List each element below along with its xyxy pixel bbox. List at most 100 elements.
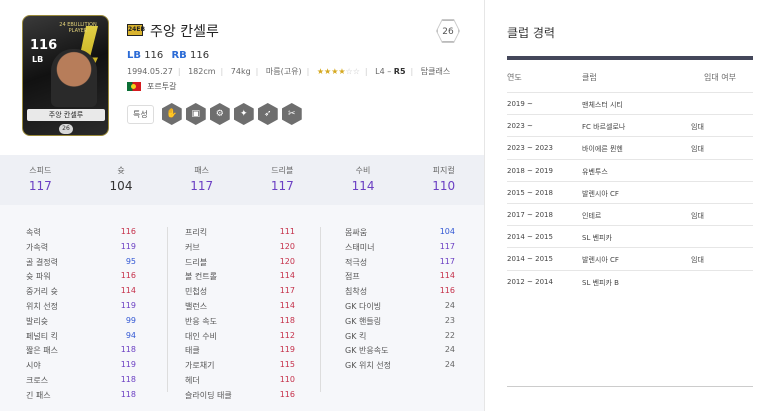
player-bio: 1994.05.27 | 182cm | 74kg | 마름(고유) | ★★★★☆☆ |… [127,67,451,76]
trait-icon[interactable]: ▣ [185,103,206,125]
stat-label: GK 반응속도 [345,346,389,356]
club-loan: 임대 [691,123,704,132]
stat-label: GK 위치 선정 [345,361,391,371]
main-stat-label: 피지컬 [432,166,455,175]
stat-row: 슬라이딩 태클 116 [185,390,295,405]
club-year: 2017 ~ 2018 [507,210,553,219]
stat-row: 민첩성 117 [185,286,295,301]
stat-value: 117 [439,241,455,251]
stat-value: 114 [279,300,295,310]
stat-row: GK 다이빙 24 [345,301,455,316]
club-loan: 임대 [691,211,704,220]
stat-label: 슛 파워 [26,272,51,282]
stat-value: 99 [125,315,136,325]
trait-icon[interactable]: ⚙ [209,103,230,125]
stat-row: 태클 119 [185,345,295,360]
stat-label: 점프 [345,272,360,282]
club-year: 2023 ~ [507,122,533,131]
stat-label: 태클 [185,346,200,356]
main-stat: 드리블 117 [242,155,323,205]
club-year: 2012 ~ 2014 [507,277,553,286]
stat-value: 119 [120,360,136,370]
main-stat-label: 패스 [194,166,210,175]
main-stat-value: 104 [109,179,133,193]
column-divider [167,227,168,392]
main-stat: 피지컬 110 [403,155,484,205]
club-history-list: 2019 ~ 맨체스터 시티 2023 ~ FC 바르셀로나 임대 2023 ~ 2023… [507,92,753,292]
stat-row: 위치 선정 119 [26,301,136,316]
main-stat-value: 114 [351,179,375,193]
player-photo [51,49,97,107]
stat-value: 116 [120,227,136,236]
stat-label: 스태미너 [345,242,375,252]
stat-label: 드리블 [185,257,208,267]
column-divider [320,227,321,392]
stat-row: 커브 120 [185,242,295,257]
stat-row: GK 반응속도 24 [345,345,455,360]
position-label: LB [127,50,141,61]
trait-icon[interactable]: ✦ [233,103,254,125]
stat-row: GK 핸들링 23 [345,316,455,331]
stat-row: 가속력 119 [26,242,136,257]
stat-label: GK 킥 [345,331,367,341]
club-club: SL 벤피카 [582,234,612,243]
stat-value: 117 [439,256,455,266]
player-header: 24 EBULLITION PLAYER 116 LB 주앙 칸셀루 26 24… [0,0,484,155]
stat-row: 프리킥 111 [185,227,295,242]
header-divider [507,56,753,60]
trait-icon[interactable]: ✂ [281,103,302,125]
club-history-row: 2014 ~ 2015 발렌시아 CF 임대 [507,247,753,269]
stat-label: 가속력 [26,242,49,252]
portugal-flag-icon [127,82,141,91]
stat-row: 반응 속도 118 [185,316,295,331]
season-badge-icon: 24EB [127,24,145,36]
stat-label: 크로스 [26,375,49,385]
club-history-row: 2023 ~ 2023 바이에른 뮌헨 임대 [507,136,753,158]
stat-label: 위치 선정 [26,301,58,311]
stat-value: 119 [120,241,136,251]
stat-value: 112 [279,330,295,340]
stat-row: 침착성 116 [345,286,455,301]
position-ratings: LB 116 RB 116 [127,50,214,61]
stat-label: 침착성 [345,287,368,297]
stat-label: 발리슛 [26,316,49,326]
stat-value: 115 [279,360,295,370]
stat-row: GK 킥 22 [345,331,455,346]
main-stat: 슛 104 [81,155,162,205]
stat-value: 116 [120,271,136,281]
stat-row: 드리블 120 [185,257,295,272]
stat-row: 크로스 118 [26,375,136,390]
trait-icon[interactable]: ✋ [161,103,182,125]
stat-label: 시야 [26,361,41,371]
weight: 74kg [230,67,251,76]
stat-label: 속력 [26,228,41,237]
club-year: 2018 ~ 2019 [507,166,553,175]
card-position: LB [32,55,44,64]
main-stat-label: 스피드 [29,166,52,175]
player-card: 24 EBULLITION PLAYER 116 LB 주앙 칸셀루 26 [22,15,109,136]
club-loan: 임대 [691,145,704,154]
club-history-row: 2023 ~ FC 바르셀로나 임대 [507,114,753,136]
stat-value: 104 [439,227,455,236]
nation-name: 포르투갈 [147,82,177,91]
stat-label: GK 핸들링 [345,316,382,326]
stat-value: 120 [279,256,295,266]
stat-label: 중거리 슛 [26,287,58,297]
stat-row: 볼 컨트롤 114 [185,271,295,286]
club-history-row: 2019 ~ 맨체스터 시티 [507,92,753,114]
stat-label: 몸싸움 [345,228,368,237]
stat-value: 116 [439,286,455,296]
main-stat: 수비 114 [323,155,404,205]
birth-date: 1994.05.27 [127,67,173,76]
card-player-name: 주앙 칸셀루 [27,109,105,121]
stat-value: 119 [120,300,136,310]
club-club: 인테르 [582,211,602,220]
stat-value: 24 [444,360,455,370]
stat-value: 116 [279,389,295,399]
stat-row: 짧은 패스 118 [26,345,136,360]
club-year: 2015 ~ 2018 [507,188,553,197]
stat-label: 적극성 [345,257,368,267]
weak-foot: L4 – [375,67,394,76]
trait-icon[interactable]: ➶ [257,103,278,125]
stat-row: 스태미너 117 [345,242,455,257]
